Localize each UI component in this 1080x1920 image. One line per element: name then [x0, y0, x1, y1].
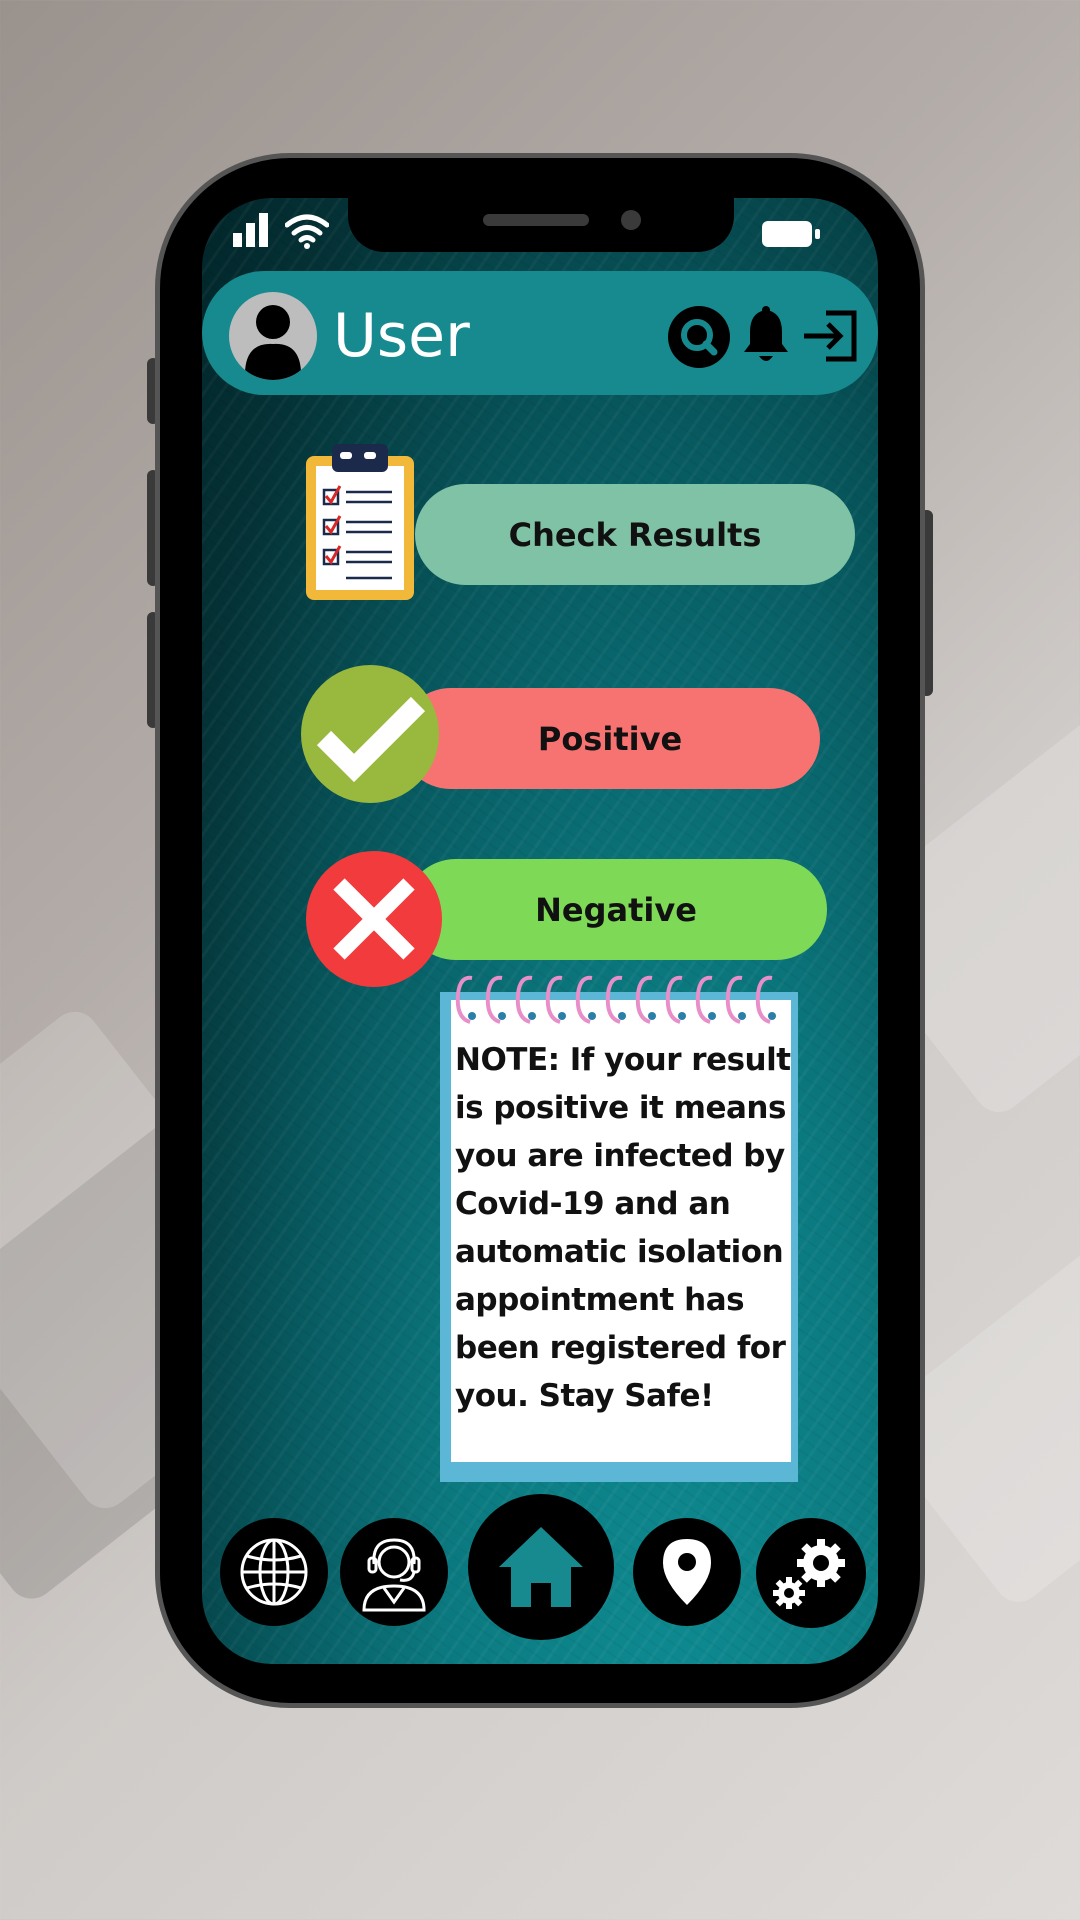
notepad-rings-icon: [455, 975, 776, 1024]
clipboard-checklist-icon: [306, 444, 414, 600]
note-text: NOTE: If your result is positive it mean…: [455, 1042, 791, 1414]
settings-gears-icon: [773, 1539, 845, 1609]
nav-home-button[interactable]: [468, 1494, 614, 1640]
signal-icon: [233, 213, 268, 247]
phone-camera: [621, 210, 641, 230]
nav-globe-button[interactable]: [220, 1518, 328, 1626]
globe-icon: [240, 1538, 308, 1606]
nav-support-button[interactable]: [340, 1518, 448, 1626]
user-avatar-icon[interactable]: [229, 292, 317, 380]
battery-icon: [762, 221, 820, 247]
negative-button[interactable]: Negative: [405, 859, 827, 960]
home-icon: [499, 1527, 583, 1607]
x-mark-icon: [306, 851, 442, 987]
user-name-label: User: [333, 301, 470, 371]
check-results-button[interactable]: Check Results: [415, 484, 855, 585]
checkmark-icon: [301, 665, 439, 803]
nav-location-button[interactable]: [633, 1518, 741, 1626]
bell-icon[interactable]: [740, 306, 792, 364]
location-pin-icon: [663, 1539, 711, 1605]
logout-icon[interactable]: [802, 310, 858, 362]
support-agent-icon: [362, 1538, 426, 1612]
wifi-icon: [285, 214, 329, 249]
nav-settings-button[interactable]: [756, 1518, 866, 1628]
positive-button[interactable]: Positive: [400, 688, 820, 789]
phone-speaker: [483, 214, 589, 226]
search-icon[interactable]: [668, 306, 730, 368]
